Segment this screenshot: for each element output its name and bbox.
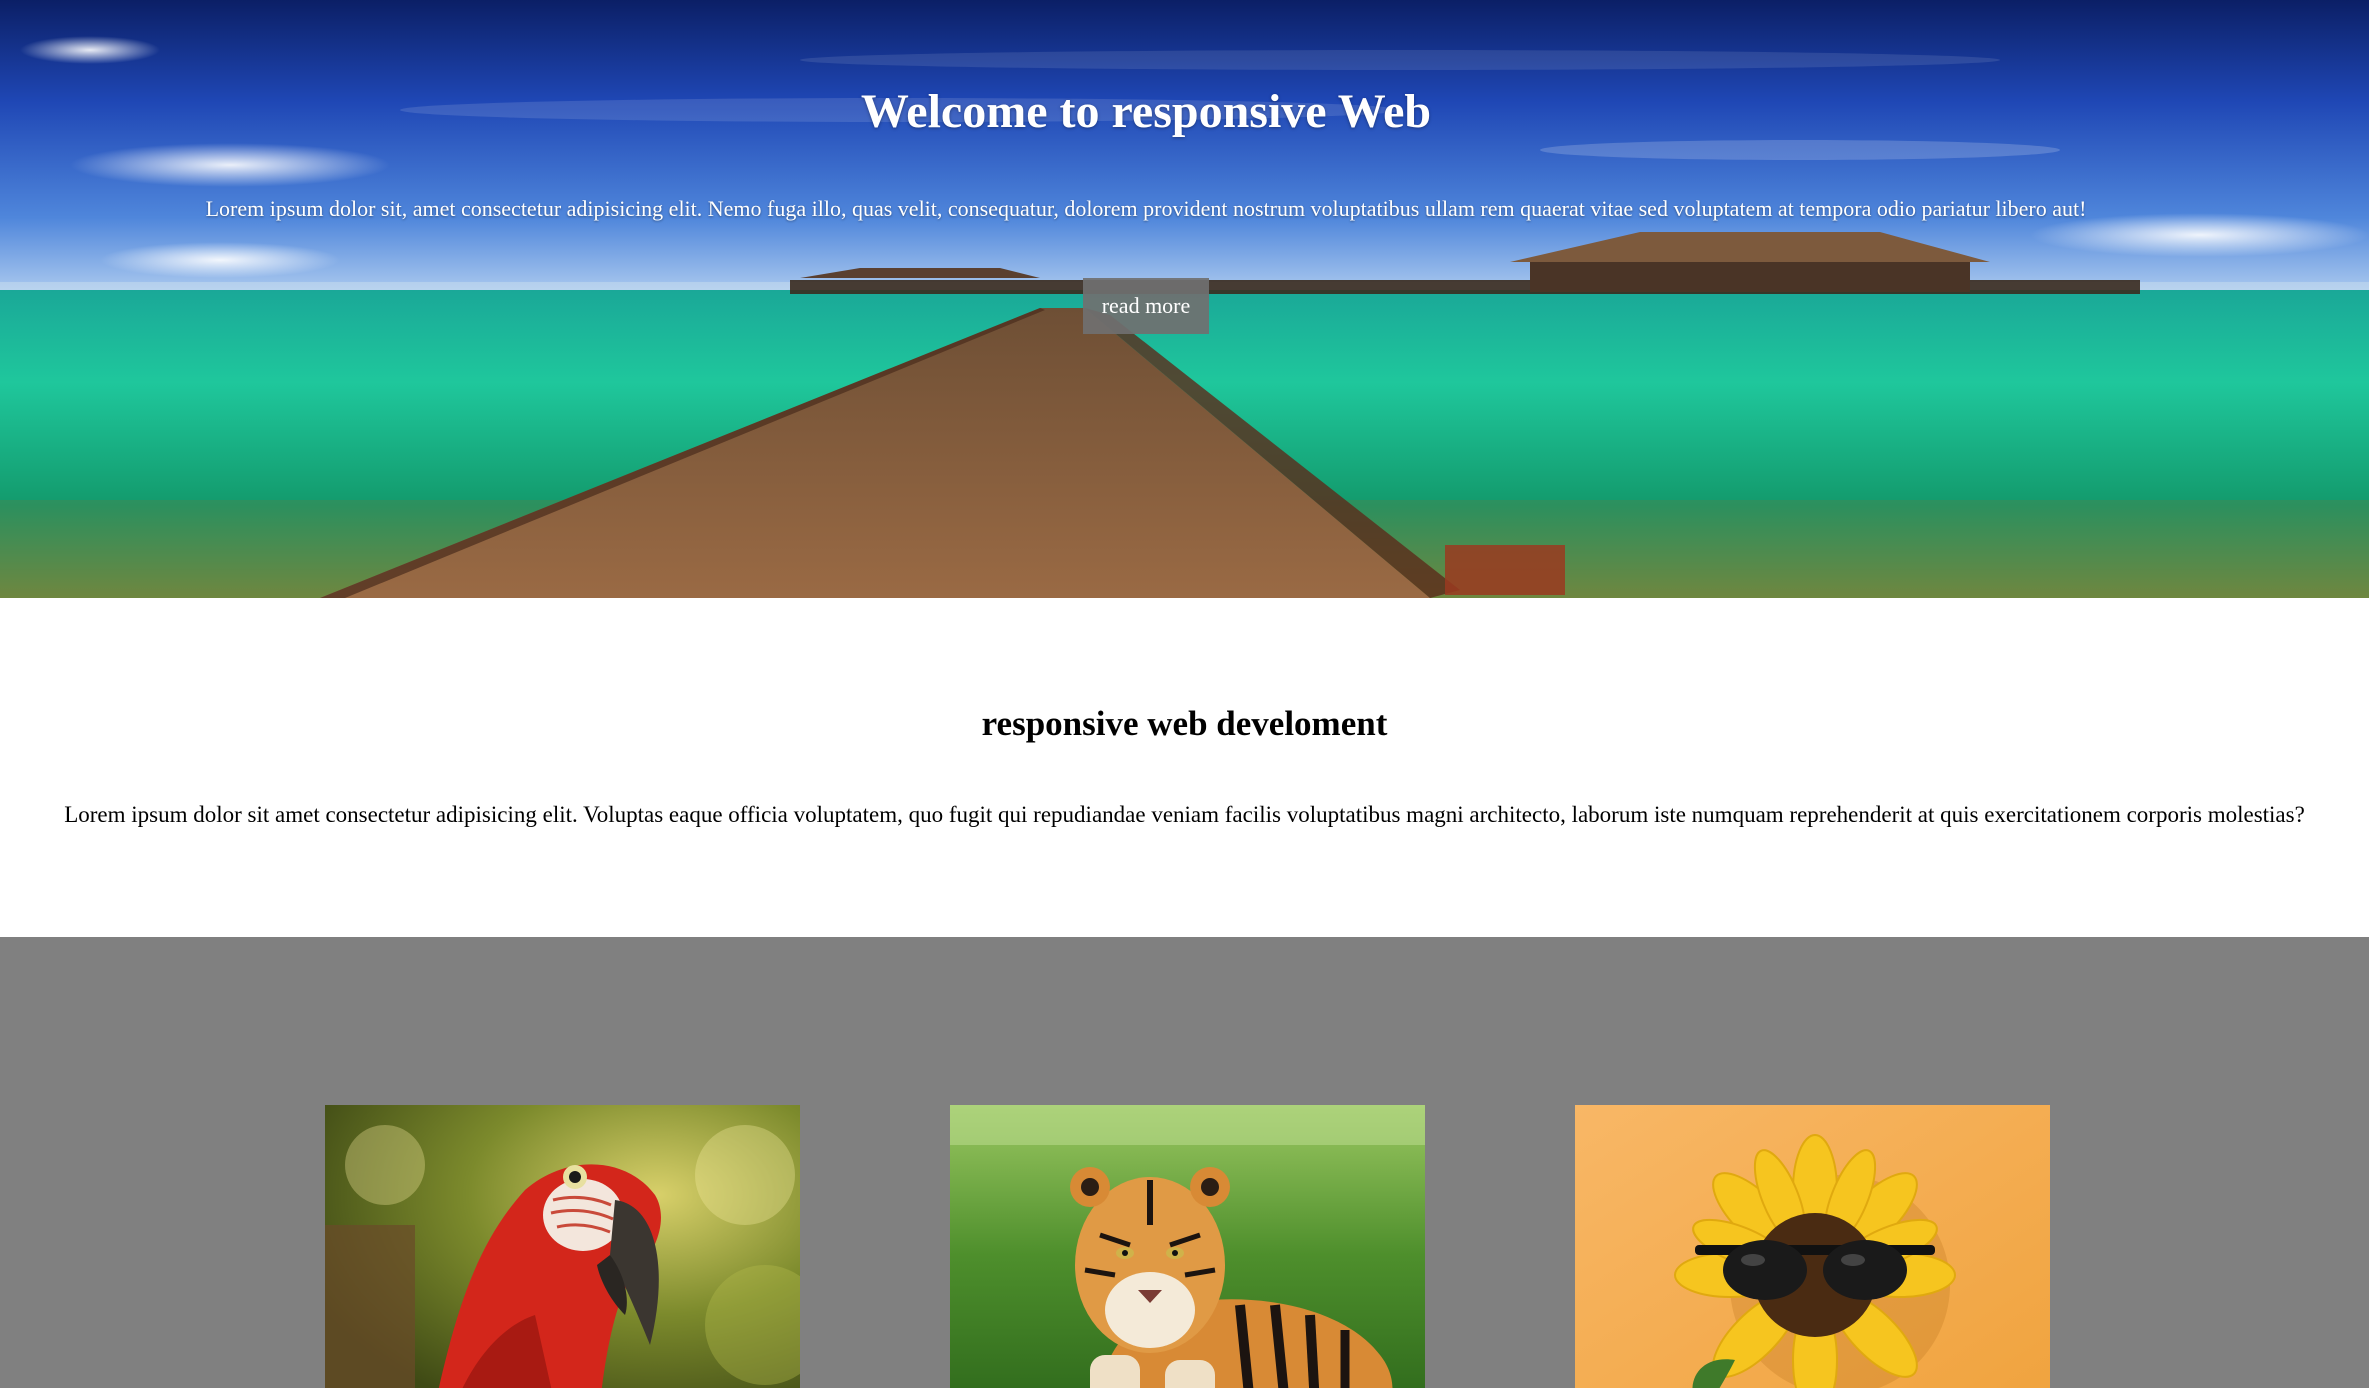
read-more-button[interactable]: read more xyxy=(1083,278,1209,334)
parrot-image xyxy=(325,1105,800,1388)
gallery-card-sunflower xyxy=(1575,1105,2050,1388)
intro-title: responsive web develoment xyxy=(981,704,1388,743)
hero-title: Welcome to responsive Web xyxy=(860,85,1432,138)
hero-banner: Welcome to responsive Web Lorem ipsum do… xyxy=(0,0,2369,598)
hero-content: Welcome to responsive Web Lorem ipsum do… xyxy=(0,0,2369,598)
intro-description: Lorem ipsum dolor sit amet consectetur a… xyxy=(64,802,2305,827)
sunflower-with-sunglasses-image xyxy=(1575,1105,2050,1388)
hero-description: Lorem ipsum dolor sit, amet consectetur … xyxy=(205,196,2087,221)
gallery-card-parrot xyxy=(325,1105,800,1388)
tiger-image xyxy=(950,1105,1425,1388)
image-gallery xyxy=(0,937,2369,1388)
gallery-card-tiger xyxy=(950,1105,1425,1388)
intro-section: responsive web develoment Lorem ipsum do… xyxy=(0,598,2369,937)
